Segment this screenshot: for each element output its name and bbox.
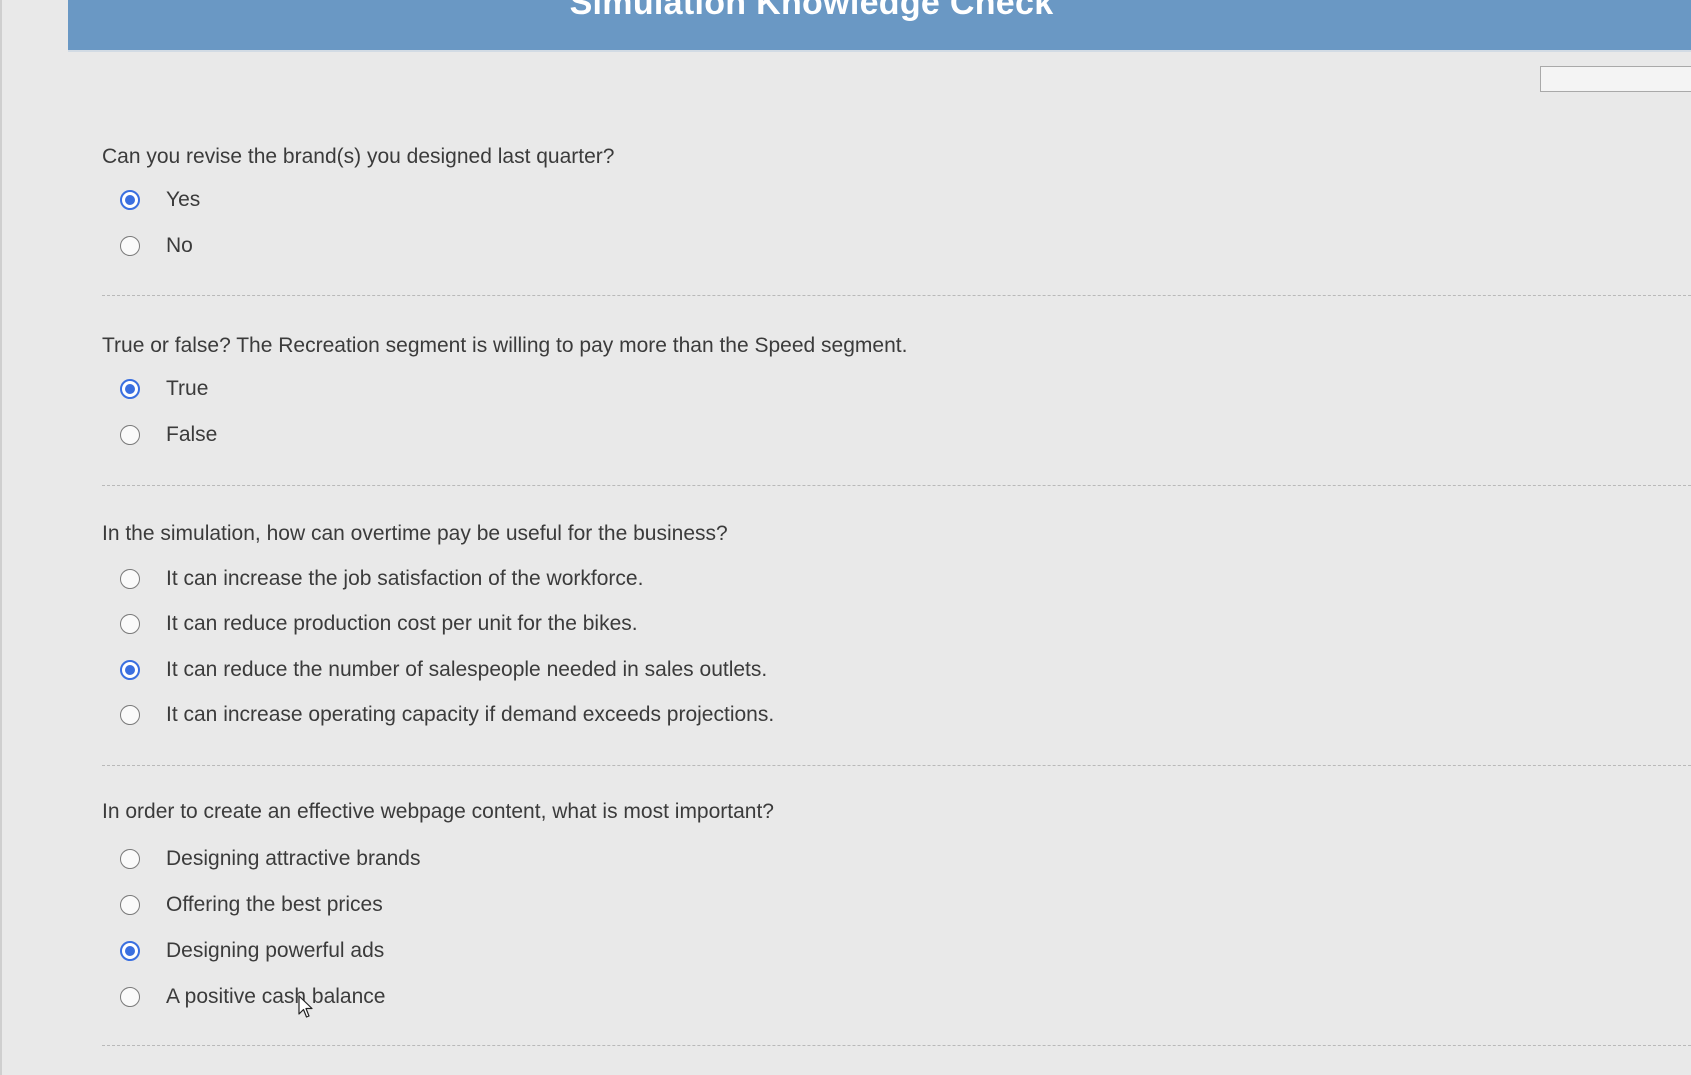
- window-edge: [0, 0, 2, 1075]
- option-job-satisfaction[interactable]: It can increase the job satisfaction of …: [120, 565, 643, 593]
- mouse-pointer-icon: [298, 995, 313, 1018]
- top-right-field[interactable]: [1540, 66, 1691, 92]
- option-label: No: [166, 234, 193, 257]
- option-yes[interactable]: Yes: [120, 186, 200, 214]
- radio-button[interactable]: [120, 705, 140, 725]
- option-false[interactable]: False: [120, 421, 217, 449]
- option-label: A positive cash balance: [166, 985, 386, 1008]
- option-label: Designing powerful ads: [166, 939, 385, 962]
- radio-button[interactable]: [120, 614, 140, 634]
- option-true[interactable]: True: [120, 375, 208, 403]
- radio-button[interactable]: [120, 190, 140, 210]
- option-cash-balance[interactable]: A positive cash balance: [120, 983, 385, 1011]
- radio-button[interactable]: [120, 849, 140, 869]
- section-divider: [102, 1045, 1691, 1046]
- option-label: False: [166, 423, 218, 446]
- option-label: Yes: [166, 188, 201, 211]
- question-text: True or false? The Recreation segment is…: [102, 334, 908, 357]
- question-text: In order to create an effective webpage …: [102, 800, 774, 823]
- option-operating-capacity[interactable]: It can increase operating capacity if de…: [120, 701, 774, 729]
- radio-button[interactable]: [120, 895, 140, 915]
- option-label: True: [166, 377, 209, 400]
- header-bar: Simulation Knowledge Check: [68, 0, 1691, 52]
- section-divider: [102, 485, 1691, 486]
- option-attractive-brands[interactable]: Designing attractive brands: [120, 845, 420, 873]
- radio-button[interactable]: [120, 425, 140, 445]
- radio-button[interactable]: [120, 987, 140, 1007]
- option-best-prices[interactable]: Offering the best prices: [120, 891, 383, 919]
- option-production-cost[interactable]: It can reduce production cost per unit f…: [120, 610, 638, 638]
- option-label: Offering the best prices: [166, 893, 383, 916]
- question-text: Can you revise the brand(s) you designed…: [102, 145, 615, 168]
- option-label: It can reduce production cost per unit f…: [166, 612, 638, 635]
- radio-button[interactable]: [120, 236, 140, 256]
- radio-button[interactable]: [120, 569, 140, 589]
- option-label: It can increase the job satisfaction of …: [166, 567, 644, 590]
- radio-button[interactable]: [120, 941, 140, 961]
- option-salespeople[interactable]: It can reduce the number of salespeople …: [120, 656, 767, 684]
- section-divider: [102, 765, 1691, 766]
- option-label: It can reduce the number of salespeople …: [166, 658, 768, 681]
- radio-button[interactable]: [120, 379, 140, 399]
- option-no[interactable]: No: [120, 232, 193, 260]
- option-label: It can increase operating capacity if de…: [166, 703, 775, 726]
- question-text: In the simulation, how can overtime pay …: [102, 522, 728, 545]
- section-divider: [102, 295, 1691, 296]
- page-title: Simulation Knowledge Check: [569, 0, 1054, 22]
- radio-button[interactable]: [120, 660, 140, 680]
- option-label: Designing attractive brands: [166, 847, 421, 870]
- option-powerful-ads[interactable]: Designing powerful ads: [120, 937, 384, 965]
